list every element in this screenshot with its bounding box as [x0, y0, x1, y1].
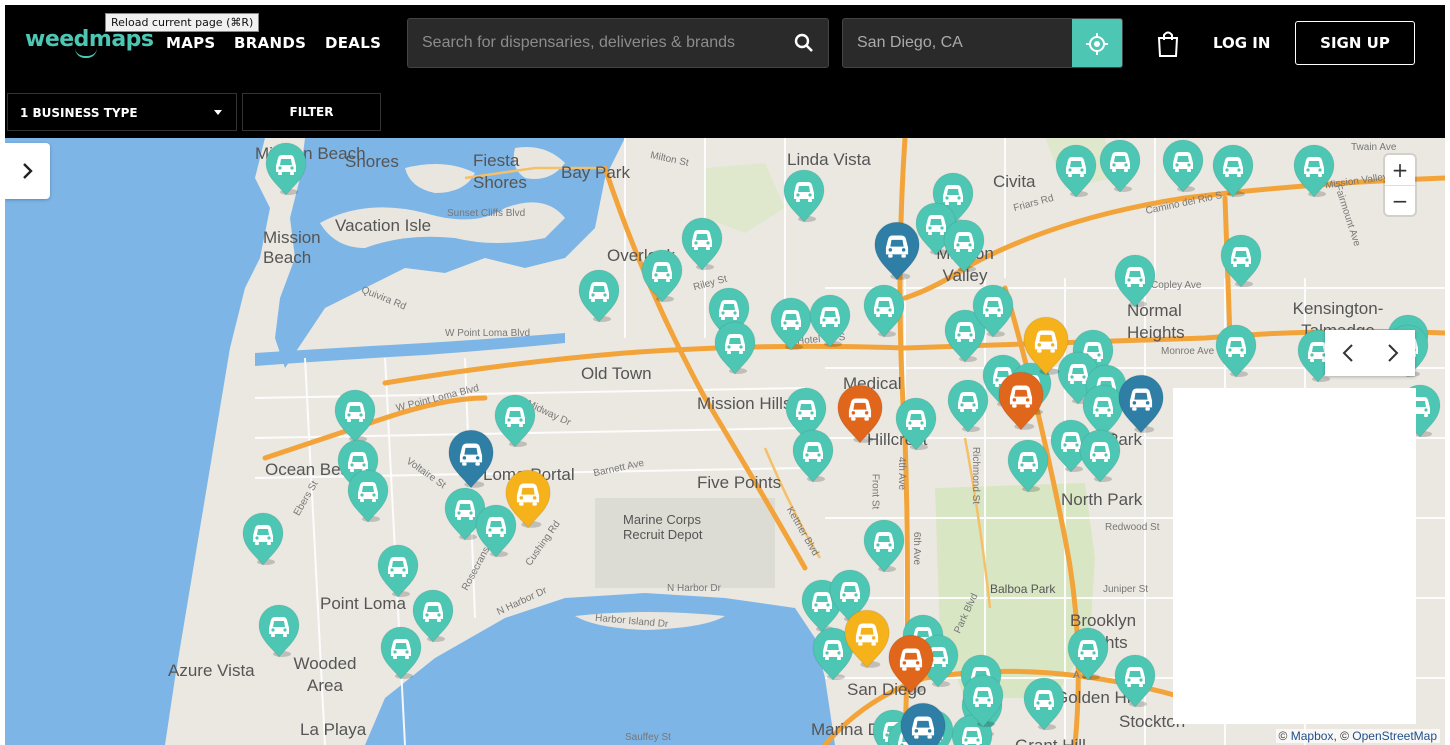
business-type-label: 1 BUSINESS TYPE: [20, 106, 138, 120]
delivery-marker[interactable]: [1005, 438, 1051, 494]
search-icon[interactable]: [794, 33, 814, 53]
search-box: [407, 18, 829, 68]
delivery-marker[interactable]: [712, 320, 758, 376]
locate-me-button[interactable]: [1072, 19, 1122, 67]
delivery-marker[interactable]: [807, 293, 853, 349]
delivery-marker[interactable]: [790, 428, 836, 484]
delivery-marker[interactable]: [639, 248, 685, 304]
page: Mission Beach Shores Vacation Isle Missi…: [5, 5, 1445, 745]
delivery-marker[interactable]: [941, 218, 987, 274]
delivery-marker[interactable]: [263, 141, 309, 197]
delivery-marker[interactable]: [1077, 428, 1123, 484]
delivery-marker[interactable]: [378, 625, 424, 681]
delivery-marker[interactable]: [332, 388, 378, 444]
delivery-marker[interactable]: [1021, 676, 1067, 732]
search-input[interactable]: [420, 33, 784, 53]
carousel-nav: [1325, 330, 1415, 376]
carousel-prev-button[interactable]: [1325, 330, 1370, 376]
zoom-in-button[interactable]: +: [1385, 155, 1415, 186]
signup-button[interactable]: SIGN UP: [1295, 21, 1415, 65]
delivery-marker[interactable]: [1065, 626, 1111, 682]
delivery-marker[interactable]: [1053, 143, 1099, 199]
attribution-separator: , ©: [1333, 729, 1353, 743]
sponsored-marker[interactable]: [1020, 315, 1072, 377]
premium-marker[interactable]: [834, 383, 886, 445]
delivery-marker[interactable]: [781, 168, 827, 224]
delivery-marker[interactable]: [1112, 653, 1158, 709]
delivery-marker[interactable]: [861, 518, 907, 574]
delivery-marker[interactable]: [1210, 143, 1256, 199]
delivery-marker[interactable]: [960, 673, 1006, 729]
delivery-marker[interactable]: [945, 378, 991, 434]
delivery-marker[interactable]: [1291, 143, 1337, 199]
delivery-marker[interactable]: [679, 216, 725, 272]
delivery-marker[interactable]: [492, 393, 538, 449]
delivery-marker[interactable]: [1213, 323, 1259, 379]
delivery-marker[interactable]: [1160, 138, 1206, 194]
attribution-prefix: ©: [1278, 729, 1291, 743]
featured-marker[interactable]: [1115, 373, 1167, 435]
reload-tooltip: Reload current page (⌘R): [105, 13, 260, 32]
featured-marker[interactable]: [897, 701, 949, 745]
logo-smile-icon: [75, 48, 97, 58]
zoom-out-button[interactable]: −: [1385, 186, 1415, 216]
delivery-marker[interactable]: [1218, 233, 1264, 289]
delivery-marker[interactable]: [1097, 138, 1143, 194]
premium-marker[interactable]: [995, 370, 1047, 432]
chevron-right-icon: [22, 163, 33, 179]
featured-marker[interactable]: [871, 220, 923, 282]
delivery-marker[interactable]: [1112, 253, 1158, 309]
chevron-right-icon: [1387, 344, 1398, 362]
sidebar-toggle-button[interactable]: [5, 143, 50, 199]
crosshair-icon: [1086, 33, 1108, 55]
listing-card-panel[interactable]: [1173, 388, 1416, 724]
delivery-marker[interactable]: [345, 468, 391, 524]
location-input[interactable]: [855, 33, 1069, 53]
caret-down-icon: [214, 110, 222, 115]
delivery-marker[interactable]: [240, 511, 286, 567]
featured-marker[interactable]: [445, 428, 497, 490]
location-box: [842, 18, 1123, 68]
mapbox-link[interactable]: Mapbox: [1291, 729, 1334, 743]
map-attribution: © Mapbox, © OpenStreetMap: [1275, 729, 1440, 743]
nav-deals-link[interactable]: DEALS: [325, 34, 381, 52]
sponsored-marker[interactable]: [502, 468, 554, 530]
shopping-bag-icon[interactable]: [1155, 29, 1181, 59]
delivery-marker[interactable]: [893, 396, 939, 452]
nav-brands-link[interactable]: BRANDS: [234, 34, 306, 52]
carousel-next-button[interactable]: [1370, 330, 1415, 376]
business-type-dropdown[interactable]: 1 BUSINESS TYPE: [7, 93, 237, 131]
sponsored-marker[interactable]: [841, 608, 893, 670]
zoom-control: + −: [1385, 155, 1415, 215]
openstreetmap-link[interactable]: OpenStreetMap: [1352, 729, 1437, 743]
delivery-marker[interactable]: [256, 603, 302, 659]
delivery-marker[interactable]: [861, 283, 907, 339]
chevron-left-icon: [1342, 344, 1353, 362]
delivery-marker[interactable]: [576, 268, 622, 324]
filter-button[interactable]: FILTER: [242, 93, 381, 131]
delivery-marker[interactable]: [970, 283, 1016, 339]
nav-maps-link[interactable]: MAPS: [166, 34, 216, 52]
login-link[interactable]: LOG IN: [1213, 34, 1270, 52]
